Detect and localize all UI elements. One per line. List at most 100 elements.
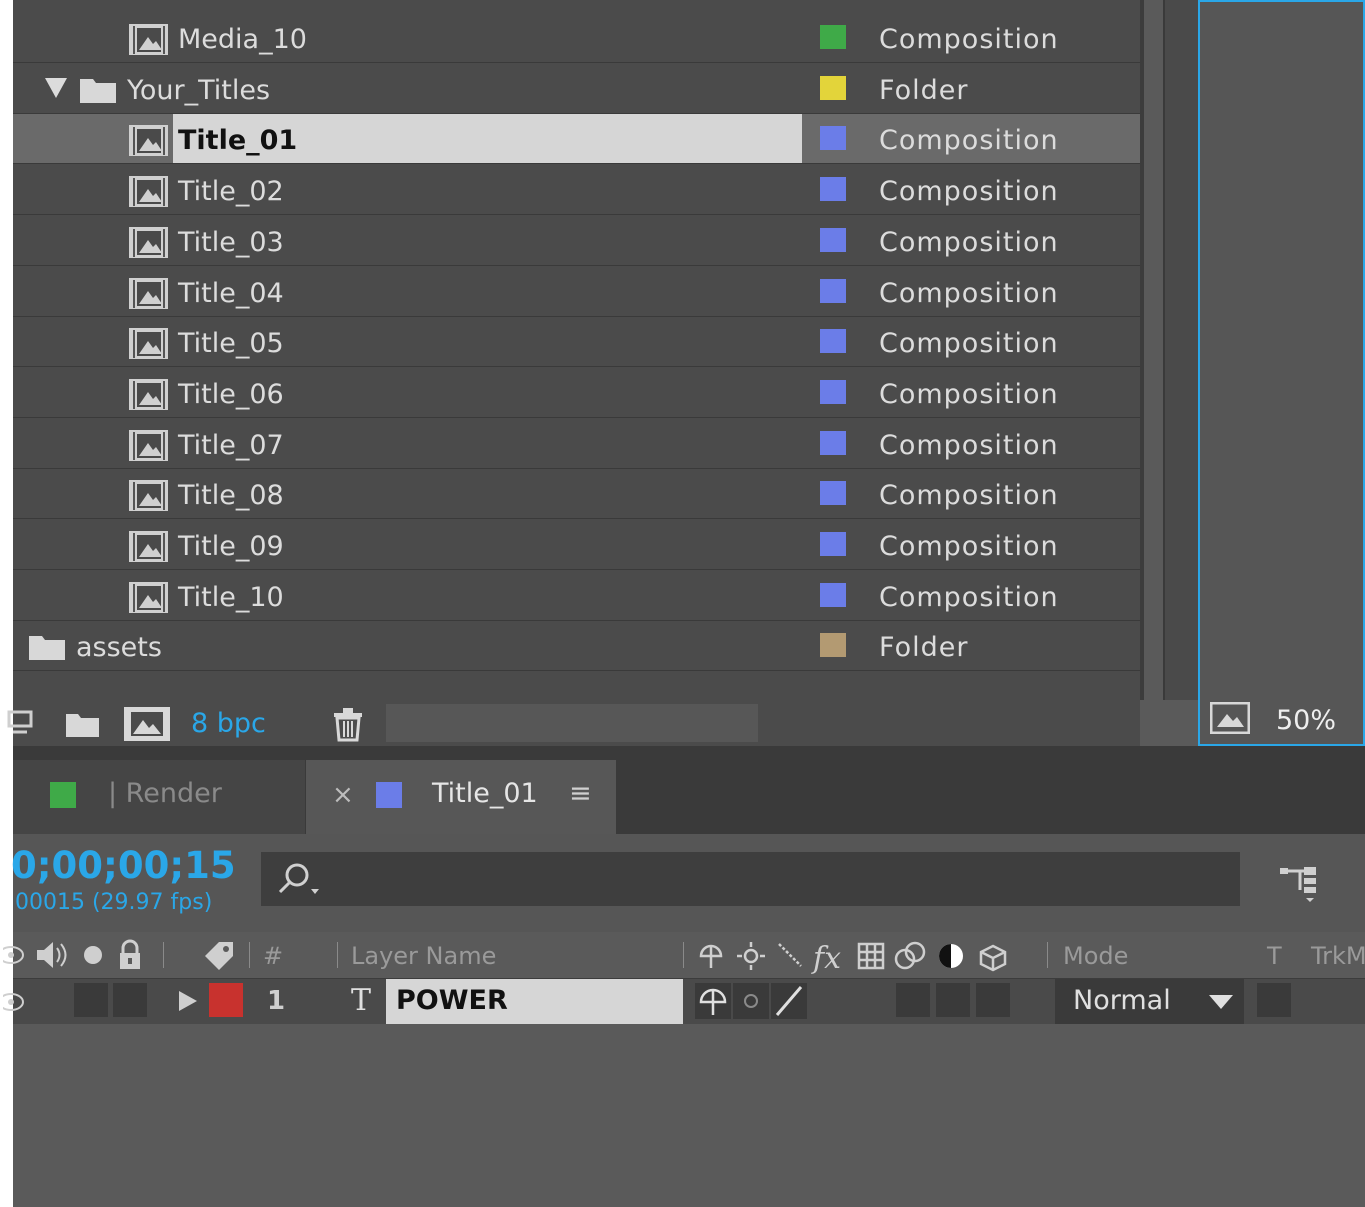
frame-count-display: 00015 (29.97 fps) xyxy=(15,890,213,915)
project-comp-row[interactable]: Title_06 Composition xyxy=(13,368,1140,418)
project-comp-row[interactable]: Title_01 Composition xyxy=(13,114,1140,165)
new-composition-icon[interactable] xyxy=(123,706,171,742)
project-folder-row[interactable]: Your_Titles Folder xyxy=(13,64,1140,114)
project-item-name: Title_04 xyxy=(178,277,284,309)
project-comp-row[interactable]: Title_10 Composition xyxy=(13,571,1140,621)
current-time-display[interactable]: 0;00;00;15 xyxy=(11,844,236,887)
label-color-swatch[interactable] xyxy=(820,532,846,556)
tab-title-01-label: Title_01 xyxy=(432,778,538,809)
solo-switch[interactable] xyxy=(113,983,147,1017)
project-item-name: Your_Titles xyxy=(127,74,271,106)
project-item-type: Composition xyxy=(879,277,1059,309)
lock-icon[interactable] xyxy=(117,939,143,971)
tab-render-label: | Render xyxy=(108,778,222,809)
project-item-name: Title_08 xyxy=(178,480,284,512)
zoom-level[interactable]: 50% xyxy=(1276,705,1336,736)
project-comp-row[interactable]: Title_07 Composition xyxy=(13,419,1140,469)
label-color-swatch[interactable] xyxy=(820,278,846,303)
project-comp-row[interactable]: Title_03 Composition xyxy=(13,216,1140,266)
project-comp-row[interactable]: Title_08 Composition xyxy=(13,469,1140,520)
video-toggle-icon[interactable] xyxy=(3,942,27,968)
track-matte-column-header[interactable]: TrkM xyxy=(1311,942,1365,970)
label-color-swatch[interactable] xyxy=(820,481,846,506)
project-comp-row[interactable]: Title_09 Composition xyxy=(13,520,1140,570)
layer-name-column-header[interactable]: Layer Name xyxy=(351,942,496,970)
label-color-swatch[interactable] xyxy=(820,379,846,404)
label-color-swatch[interactable] xyxy=(820,582,846,607)
project-comp-row[interactable]: Title_04 Composition xyxy=(13,267,1140,317)
trash-icon[interactable] xyxy=(331,706,365,742)
layer-switch-frame-blend[interactable] xyxy=(896,983,930,1017)
project-item-name: Media_10 xyxy=(178,24,307,55)
composition-flowchart-icon[interactable] xyxy=(1278,862,1324,904)
project-item-name: Title_07 xyxy=(178,429,284,461)
expand-layer-icon[interactable] xyxy=(179,991,197,1011)
tab-render[interactable]: | Render xyxy=(13,760,305,834)
composition-icon xyxy=(129,226,168,258)
project-item-type: Composition xyxy=(879,328,1059,360)
mode-column-header[interactable]: Mode xyxy=(1063,942,1128,970)
label-color-swatch[interactable] xyxy=(820,329,846,354)
layer-switch-adjustment[interactable] xyxy=(936,983,970,1017)
layer-switches[interactable] xyxy=(695,983,815,1019)
blend-mode-value: Normal xyxy=(1073,985,1171,1016)
panel-menu-icon[interactable]: ≡ xyxy=(569,778,592,809)
app-window: Media_10 Composition Your_Titles Folder Titl… xyxy=(3,0,1365,1207)
solo-icon[interactable] xyxy=(84,946,102,964)
interpret-footage-icon[interactable] xyxy=(7,708,37,738)
search-icon xyxy=(278,863,319,894)
composition-icon xyxy=(129,125,168,157)
project-item-name: Title_10 xyxy=(178,581,284,613)
column-separator xyxy=(1047,942,1048,968)
label-color-swatch[interactable] xyxy=(820,227,846,252)
column-divider[interactable] xyxy=(1140,0,1144,700)
timeline-tab-bar: | Render × Title_01 ≡ xyxy=(13,746,1365,834)
composition-viewer[interactable] xyxy=(1198,0,1365,746)
composition-icon xyxy=(129,24,168,55)
project-folder-row[interactable]: assets Folder xyxy=(13,621,1140,672)
project-item-type: Composition xyxy=(879,581,1059,613)
new-folder-icon[interactable] xyxy=(65,710,101,738)
number-column-header[interactable]: # xyxy=(263,942,283,970)
preserve-transparency-column-header[interactable]: T xyxy=(1267,942,1282,970)
composition-icon xyxy=(129,277,168,309)
timeline-header: 0;00;00;15 00015 (29.97 fps) xyxy=(11,834,1365,932)
column-separator xyxy=(249,942,250,968)
label-color-swatch[interactable] xyxy=(820,25,846,49)
project-comp-row[interactable]: Title_05 Composition xyxy=(13,317,1140,368)
layer-name-field[interactable]: POWER xyxy=(386,979,683,1024)
blend-mode-dropdown[interactable]: Normal xyxy=(1055,979,1244,1024)
audio-icon[interactable] xyxy=(35,940,69,970)
project-scrollbar[interactable] xyxy=(1163,0,1200,700)
label-color-swatch[interactable] xyxy=(820,633,846,658)
label-color-swatch[interactable] xyxy=(820,126,846,151)
expand-triangle-icon[interactable] xyxy=(45,77,67,98)
bit-depth-button[interactable]: 8 bpc xyxy=(191,708,266,739)
project-item-type: Composition xyxy=(879,429,1059,461)
project-comp-row[interactable]: Title_02 Composition xyxy=(13,165,1140,216)
project-item-type: Folder xyxy=(879,74,969,106)
folder-icon xyxy=(80,78,116,103)
preserve-transparency-switch[interactable] xyxy=(1257,983,1291,1017)
composition-icon xyxy=(129,531,168,562)
label-color-swatch[interactable] xyxy=(820,75,846,100)
project-comp-row[interactable]: Media_10 Composition xyxy=(13,13,1140,63)
audio-switch[interactable] xyxy=(74,983,108,1017)
layer-label-color[interactable] xyxy=(209,983,243,1017)
project-horizontal-scrollbar[interactable] xyxy=(386,704,758,742)
layer-switches-header[interactable]: fx xyxy=(695,938,1025,974)
column-separator xyxy=(683,942,684,968)
layer-switch-3d[interactable] xyxy=(976,983,1010,1017)
project-item-name: Title_01 xyxy=(178,125,298,157)
layer-row[interactable]: 1 T POWER Normal xyxy=(3,979,1365,1024)
label-color-swatch[interactable] xyxy=(820,177,846,202)
project-item-type: Composition xyxy=(879,125,1059,157)
project-item-name: Title_03 xyxy=(178,226,284,258)
label-color-swatch[interactable] xyxy=(820,430,846,455)
layer-search-input[interactable] xyxy=(261,852,1240,906)
snapshot-icon[interactable] xyxy=(1210,702,1250,734)
label-icon[interactable] xyxy=(201,938,239,972)
tab-title-01[interactable]: × Title_01 ≡ xyxy=(306,760,616,834)
visibility-eye-icon[interactable] xyxy=(3,989,27,1015)
close-icon[interactable]: × xyxy=(332,780,354,810)
